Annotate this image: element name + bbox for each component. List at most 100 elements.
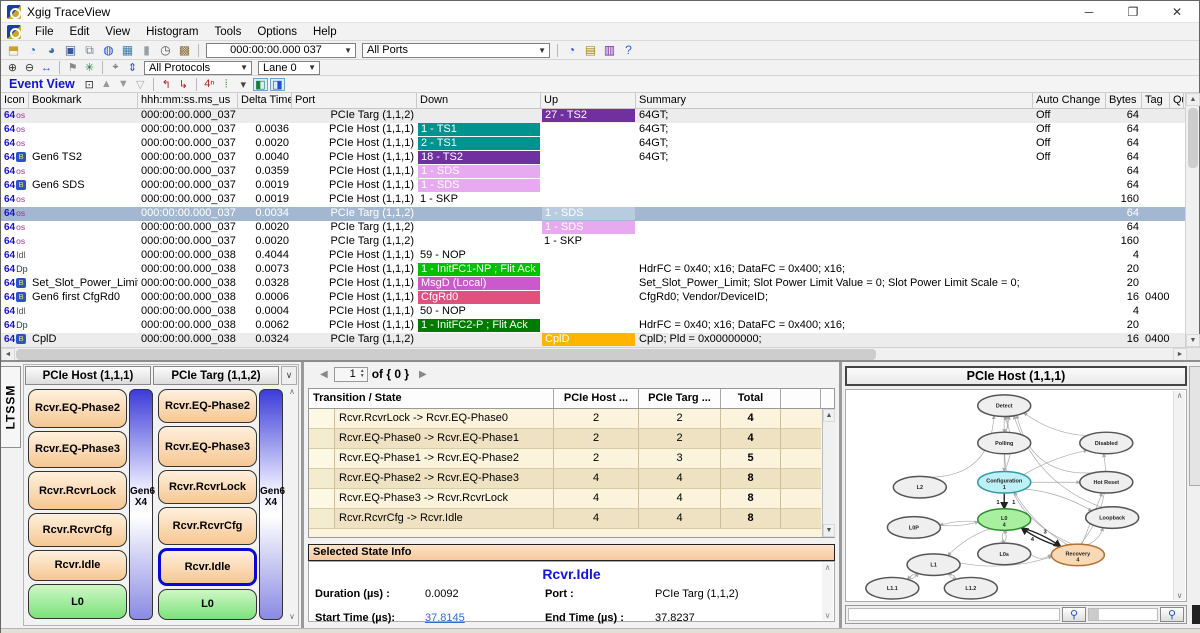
- column-header-icon[interactable]: Icon: [1, 93, 29, 108]
- event-row[interactable]: 64Dp000:00:00.000_0380.0073PCIe Host (1,…: [1, 263, 1187, 277]
- diagram-canvas[interactable]: DetectPollingDisabledConfiguration1Hot R…: [845, 389, 1187, 602]
- event-table-horizontal-scrollbar[interactable]: ◄ ►: [1, 347, 1200, 360]
- ltssm-state-rcvr-idle[interactable]: Rcvr.Idle: [28, 550, 127, 581]
- menu-help[interactable]: Help: [305, 26, 345, 38]
- transition-column-header[interactable]: PCIe Targ ...: [639, 389, 721, 408]
- search-icon[interactable]: ⌖: [108, 61, 123, 74]
- export-icon[interactable]: ⧉: [81, 43, 98, 58]
- scroll-up-icon[interactable]: ▲: [823, 409, 835, 422]
- filter-icon[interactable]: ▽: [133, 78, 148, 91]
- chevron-down-icon[interactable]: ∨: [289, 612, 295, 621]
- fit-width-icon[interactable]: ↔: [39, 61, 54, 74]
- ltssm-state-l0[interactable]: L0: [28, 584, 127, 620]
- marker-icon[interactable]: ✳: [82, 61, 97, 74]
- ordered-set-chip[interactable]: CplD: [542, 333, 635, 346]
- green-view-icon[interactable]: ◧: [253, 78, 268, 91]
- pager-next-icon[interactable]: ▶: [419, 369, 427, 380]
- app-menu-icon[interactable]: [7, 25, 21, 39]
- chevron-up-icon[interactable]: ∧: [825, 563, 831, 572]
- jump-next-icon[interactable]: ↳: [176, 78, 191, 91]
- chevron-down-icon[interactable]: ∨: [825, 611, 831, 620]
- ports-combobox[interactable]: All Ports ▼: [362, 43, 550, 58]
- image-icon[interactable]: ▩: [176, 43, 193, 58]
- decode-4n-icon[interactable]: 4ⁿ: [202, 78, 217, 91]
- scroll-down-icon[interactable]: ▼: [823, 524, 835, 537]
- time-combobox[interactable]: 000:00:00.000 037 ▼: [206, 43, 356, 58]
- ltssm-state-rcvr-rcvrlock[interactable]: Rcvr.RcvrLock: [158, 470, 257, 504]
- capture-icon[interactable]: ◍: [100, 43, 117, 58]
- event-row[interactable]: 64BGen6 first CfgRd0000:00:00.000_0380.0…: [1, 291, 1187, 305]
- tag-icon[interactable]: ⚑: [65, 61, 80, 74]
- event-row[interactable]: 64os000:00:00.000_0370.0359PCIe Host (1,…: [1, 165, 1187, 179]
- event-row[interactable]: 64Idl000:00:00.000_0380.0004PCIe Host (1…: [1, 305, 1187, 319]
- diagram-zoom-slider[interactable]: [1088, 608, 1158, 621]
- event-row[interactable]: 64os000:00:00.000_0370.0019PCIe Host (1,…: [1, 193, 1187, 207]
- zoom-out-icon[interactable]: ⊖: [22, 61, 37, 74]
- diagram-vertical-scrollbar[interactable]: ∧∨: [1173, 391, 1185, 600]
- ltssm-node-l0s[interactable]: L0s: [978, 543, 1031, 565]
- lane-combobox[interactable]: Lane 0 ▼: [258, 61, 320, 75]
- ltssm-node-l1[interactable]: L1: [907, 554, 960, 576]
- jump-prev-icon[interactable]: ↰: [159, 78, 174, 91]
- ordered-set-chip[interactable]: 1 - TS1: [418, 123, 540, 136]
- diagram-zoom-out-icon[interactable]: ⚲: [1062, 607, 1086, 622]
- ordered-set-chip[interactable]: CfgRd0: [418, 291, 540, 304]
- menu-options[interactable]: Options: [249, 26, 305, 38]
- column-header-summary[interactable]: Summary: [636, 93, 1033, 108]
- transition-row[interactable]: Rcvr.RcvrCfg -> Rcvr.Idle448: [309, 509, 821, 529]
- ltssm-state-rcvr-rcvrlock[interactable]: Rcvr.RcvrLock: [28, 471, 127, 510]
- event-row[interactable]: 64BGen6 TS2000:00:00.000_0370.0040PCIe H…: [1, 151, 1187, 165]
- event-row[interactable]: 64os000:00:00.000_037PCIe Targ (1,1,2)27…: [1, 109, 1187, 123]
- ltssm-scrollbar[interactable]: ∧∨: [287, 387, 297, 621]
- transition-row[interactable]: Rcvr.EQ-Phase3 -> Rcvr.RcvrLock448: [309, 489, 821, 509]
- protocols-combobox[interactable]: All Protocols ▼: [144, 61, 252, 75]
- ltssm-state-rcvr-rcvrcfg[interactable]: Rcvr.RcvrCfg: [158, 507, 257, 545]
- event-row[interactable]: 64BSet_Slot_Power_Limit000:00:00.000_038…: [1, 277, 1187, 291]
- chevron-up-icon[interactable]: ∧: [289, 387, 295, 396]
- trace-next-icon[interactable]: ◕: [43, 43, 60, 58]
- column-header-qu[interactable]: Qu: [1170, 93, 1184, 108]
- ltssm-node-recovery[interactable]: Recovery4: [1051, 544, 1104, 566]
- column-header-up[interactable]: Up: [541, 93, 636, 108]
- ltssm-node-disabled[interactable]: Disabled: [1080, 432, 1133, 454]
- collapsed-side-tab[interactable]: [1189, 366, 1200, 486]
- event-row[interactable]: 64os000:00:00.000_0370.0034PCIe Targ (1,…: [1, 207, 1187, 221]
- column-header-auto-change[interactable]: Auto Change: [1033, 93, 1106, 108]
- column-header-hhh-mm-ss-ms-us[interactable]: hhh:mm:ss.ms_us: [138, 93, 238, 108]
- transition-column-header[interactable]: Total: [721, 389, 781, 408]
- ltssm-state-rcvr-eq-phase3[interactable]: Rcvr.EQ-Phase3: [28, 431, 127, 469]
- event-row[interactable]: 64Idl000:00:00.000_0380.4044PCIe Host (1…: [1, 249, 1187, 263]
- pager-prev-icon[interactable]: ◀: [320, 369, 328, 380]
- transition-column-header[interactable]: Transition / State: [309, 389, 554, 408]
- ordered-set-chip[interactable]: 27 - TS2: [542, 109, 635, 122]
- ltssm-state-rcvr-idle[interactable]: Rcvr.Idle: [158, 548, 257, 586]
- ltssm-node-loopback[interactable]: Loopback: [1086, 507, 1139, 529]
- ordered-set-chip[interactable]: 1 - SDS: [542, 221, 635, 234]
- protocols-dropdown-icon[interactable]: ▼: [237, 63, 251, 72]
- ltssm-state-rcvr-rcvrcfg[interactable]: Rcvr.RcvrCfg: [28, 513, 127, 546]
- ordered-set-chip[interactable]: MsgD (Local): [418, 277, 540, 290]
- ltssm-node-l0p[interactable]: L0P: [887, 517, 940, 539]
- spinner-arrows-icon[interactable]: ▲▼: [358, 369, 367, 379]
- scroll-left-icon[interactable]: ◄: [1, 348, 15, 361]
- ordered-set-chip[interactable]: 2 - TS1: [418, 137, 540, 150]
- column-header-bytes[interactable]: Bytes: [1106, 93, 1142, 108]
- ordered-set-chip[interactable]: 1 - SDS: [542, 207, 635, 220]
- time-dropdown-icon[interactable]: ▼: [341, 46, 355, 55]
- event-row[interactable]: 64os000:00:00.000_0370.0020PCIe Targ (1,…: [1, 235, 1187, 249]
- traffic-dropdown-icon[interactable]: ▾: [236, 78, 251, 91]
- grid-view-icon[interactable]: ▦: [119, 43, 136, 58]
- select-event-icon[interactable]: ⊡: [82, 78, 97, 91]
- next-event-icon[interactable]: ▼: [116, 78, 131, 91]
- column-header-bookmark[interactable]: Bookmark: [29, 93, 138, 108]
- prev-event-icon[interactable]: ▲: [99, 78, 114, 91]
- ltssm-node-l2[interactable]: L2: [893, 476, 946, 498]
- ports-dropdown-icon[interactable]: ▼: [535, 46, 549, 55]
- histogram-icon[interactable]: ▤: [582, 43, 599, 58]
- traffic-light-icon[interactable]: ⦙: [219, 78, 234, 91]
- timer-icon[interactable]: ◷: [157, 43, 174, 58]
- transition-table-scrollbar[interactable]: ▲ ▼: [822, 409, 835, 537]
- transition-row[interactable]: Rcvr.RcvrLock -> Rcvr.EQ-Phase0224: [309, 409, 821, 429]
- minimize-button[interactable]: ─: [1067, 1, 1111, 22]
- ltssm-port-button[interactable]: PCIe Host (1,1,1): [25, 366, 151, 385]
